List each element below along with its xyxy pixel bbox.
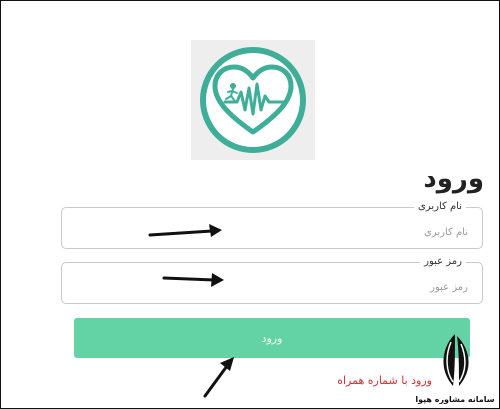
leaf-logo-icon [443,334,469,386]
arrow-icon [162,273,224,287]
watermark-text: سامانه مشاوره هپوا [415,395,495,404]
arrow-icon [203,357,234,398]
watermark-logo: سامانه مشاوره هپوا [415,330,495,406]
arrow-icon [148,224,222,237]
